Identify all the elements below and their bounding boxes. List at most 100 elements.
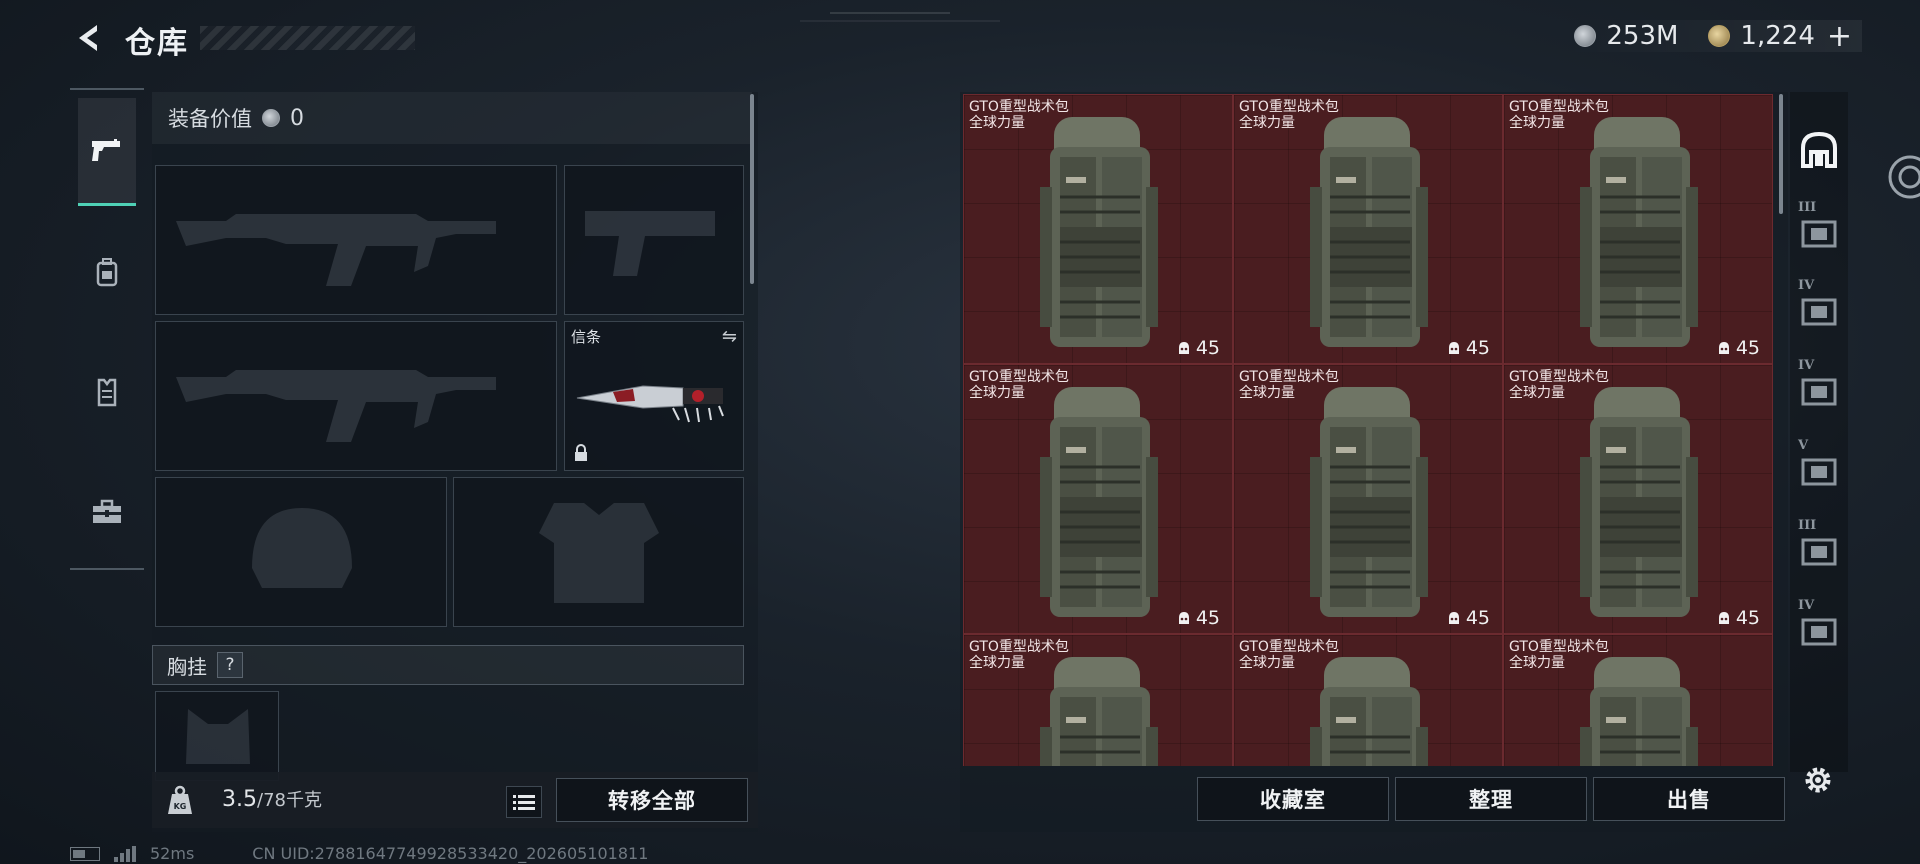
transfer-all-button[interactable]: 转移全部 [556, 778, 748, 822]
organize-button[interactable]: 整理 [1395, 777, 1587, 821]
storage-item-cell[interactable]: GTO重型战术包全球力量 45 [1503, 94, 1773, 364]
item-count: 45 [1718, 337, 1760, 359]
pistol-silhouette-icon [585, 211, 715, 276]
storage-panel: GTO重型战术包 全球力量 45 GTO重型战术包 全球力量 45 GTO重型战术包 全球… [960, 92, 1788, 832]
list-icon [513, 795, 535, 810]
storage-item-cell[interactable]: GTO重型战术包全球力量45 [963, 94, 1233, 364]
chest-rig-silhouette-icon [186, 709, 250, 764]
rifle-silhouette-icon [176, 214, 496, 286]
player-uid: CN UID:27881647749928533420_202605101811 [252, 844, 649, 863]
item-name: GTO重型战术包 全球力量 [969, 639, 1069, 671]
backpack-item-icon [1040, 117, 1158, 347]
side-scope-icon[interactable] [1880, 150, 1920, 204]
storage-item-cell[interactable]: GTO重型战术包全球力量45 [1503, 364, 1773, 634]
camera-case-icon [1801, 458, 1837, 486]
primary-weapon-slot-1[interactable] [155, 165, 557, 315]
chest-rig-header: 胸挂 ? [152, 645, 744, 685]
ping: 52ms [150, 844, 195, 863]
helmet-silhouette-icon [252, 508, 352, 588]
melee-slot-label: 信条 [571, 328, 602, 346]
container-tab-1[interactable] [1790, 110, 1848, 190]
gold-amount: 1,224 [1740, 21, 1815, 51]
item-name: GTO重型战术包 全球力量 [1239, 639, 1339, 671]
gold-coin-icon [1708, 25, 1731, 47]
collection-room-button[interactable]: 收藏室 [1197, 777, 1389, 821]
currency-display: 253M 1,224 + [1564, 19, 1862, 54]
item-count: 45 [1718, 607, 1760, 629]
container-tab-3[interactable]: IV [1790, 270, 1848, 350]
left-tab-bar [70, 88, 144, 570]
firearm-icon [92, 138, 120, 161]
list-view-button[interactable] [506, 786, 542, 818]
rifle-silhouette-icon [176, 370, 496, 442]
storage-item-cell[interactable]: GTO重型战术包全球力量45 [963, 364, 1233, 634]
item-count: 45 [1178, 337, 1220, 359]
storage-item-cell[interactable]: GTO重型战术包全球力量45 [1233, 634, 1503, 766]
help-button[interactable]: ? [217, 652, 243, 678]
item-name: GTO重型战术包 全球力量 [1239, 369, 1339, 401]
title-decoration [200, 26, 415, 50]
add-currency-button[interactable]: + [1827, 19, 1852, 54]
container-level: IV [1798, 598, 1815, 613]
tab-firearms[interactable] [78, 98, 136, 206]
status-bar: 52ms CN UID:27881647749928533420_2026051… [70, 844, 648, 863]
storage-item-cell[interactable]: GTO重型战术包全球力量45 [963, 634, 1233, 766]
silver-coin-icon [262, 109, 280, 127]
sell-button[interactable]: 出售 [1593, 777, 1785, 821]
back-button[interactable] [68, 18, 108, 58]
durability-icon [1178, 342, 1189, 354]
melee-slot[interactable]: 信条 ⇋ [564, 321, 744, 471]
max-weight: /78千克 [257, 790, 322, 811]
durability-icon [1178, 612, 1189, 624]
back-arrow-icon [79, 25, 97, 51]
backpack-item-icon [1040, 387, 1158, 617]
signal-icon [114, 845, 136, 862]
container-tab-5[interactable]: V [1790, 430, 1848, 510]
weight-bar: KG 3.5/78千克 转移全部 [152, 772, 758, 828]
storage-scrollbar[interactable] [1779, 94, 1783, 214]
item-name: GTO重型战术包 全球力量 [1509, 99, 1609, 131]
equipment-value-header: 装备价值 0 [152, 92, 752, 144]
item-name: GTO重型战术包 全球力量 [1509, 639, 1609, 671]
item-name: GTO重型战术包 全球力量 [969, 369, 1069, 401]
armor-vest-icon [97, 378, 117, 407]
chest-rig-slot[interactable] [155, 691, 279, 781]
backpack-item-icon [1310, 117, 1428, 347]
container-level: V [1798, 438, 1809, 453]
container-tab-7[interactable]: IV [1790, 590, 1848, 670]
gear-icon [1805, 767, 1831, 793]
tab-backpack[interactable] [78, 218, 136, 326]
case-icon [1801, 220, 1837, 248]
pistol-slot[interactable] [564, 165, 744, 315]
top-bar: 仓库 253M 1,224 + [0, 0, 1920, 80]
container-tab-bar: III IV IV V III IV [1790, 92, 1848, 772]
equipment-panel: 装备价值 0 信条 ⇋ 胸挂 ? [152, 92, 758, 832]
helmet-slot[interactable] [155, 477, 447, 627]
armor-slot[interactable] [453, 477, 744, 627]
storage-item-cell[interactable]: GTO重型战术包全球力量45 [1233, 364, 1503, 634]
container-level: III [1798, 200, 1817, 215]
primary-weapon-slot-2[interactable] [155, 321, 557, 471]
storage-grid: GTO重型战术包 全球力量 45 GTO重型战术包 全球力量 45 GTO重型战术包 全球… [963, 94, 1773, 766]
container-tab-4[interactable]: IV [1790, 350, 1848, 430]
container-tab-2[interactable]: III [1790, 192, 1848, 272]
container-tab-6[interactable]: III [1790, 510, 1848, 590]
equipment-scrollbar[interactable] [750, 94, 754, 284]
backpack-icon [96, 258, 118, 287]
storage-item-cell[interactable]: GTO重型战术包全球力量 45 [1233, 94, 1503, 364]
medkit-case-icon [1801, 378, 1837, 406]
item-name: GTO重型战术包 全球力量 [1239, 99, 1339, 131]
container-level: IV [1798, 358, 1815, 373]
settings-button[interactable] [1798, 760, 1838, 800]
backpack-item-icon [1310, 387, 1428, 617]
svg-text:KG: KG [174, 802, 187, 811]
durability-icon [1448, 342, 1459, 354]
item-count: 45 [1448, 337, 1490, 359]
armor-silhouette-icon [539, 503, 659, 603]
tab-toolbox[interactable] [78, 458, 136, 566]
storage-item-cell[interactable]: GTO重型战术包全球力量45 [1503, 634, 1773, 766]
equipment-value-label: 装备价值 [168, 107, 252, 131]
durability-icon [1448, 612, 1459, 624]
tab-armor[interactable] [78, 338, 136, 446]
swap-icon[interactable]: ⇋ [722, 326, 737, 347]
